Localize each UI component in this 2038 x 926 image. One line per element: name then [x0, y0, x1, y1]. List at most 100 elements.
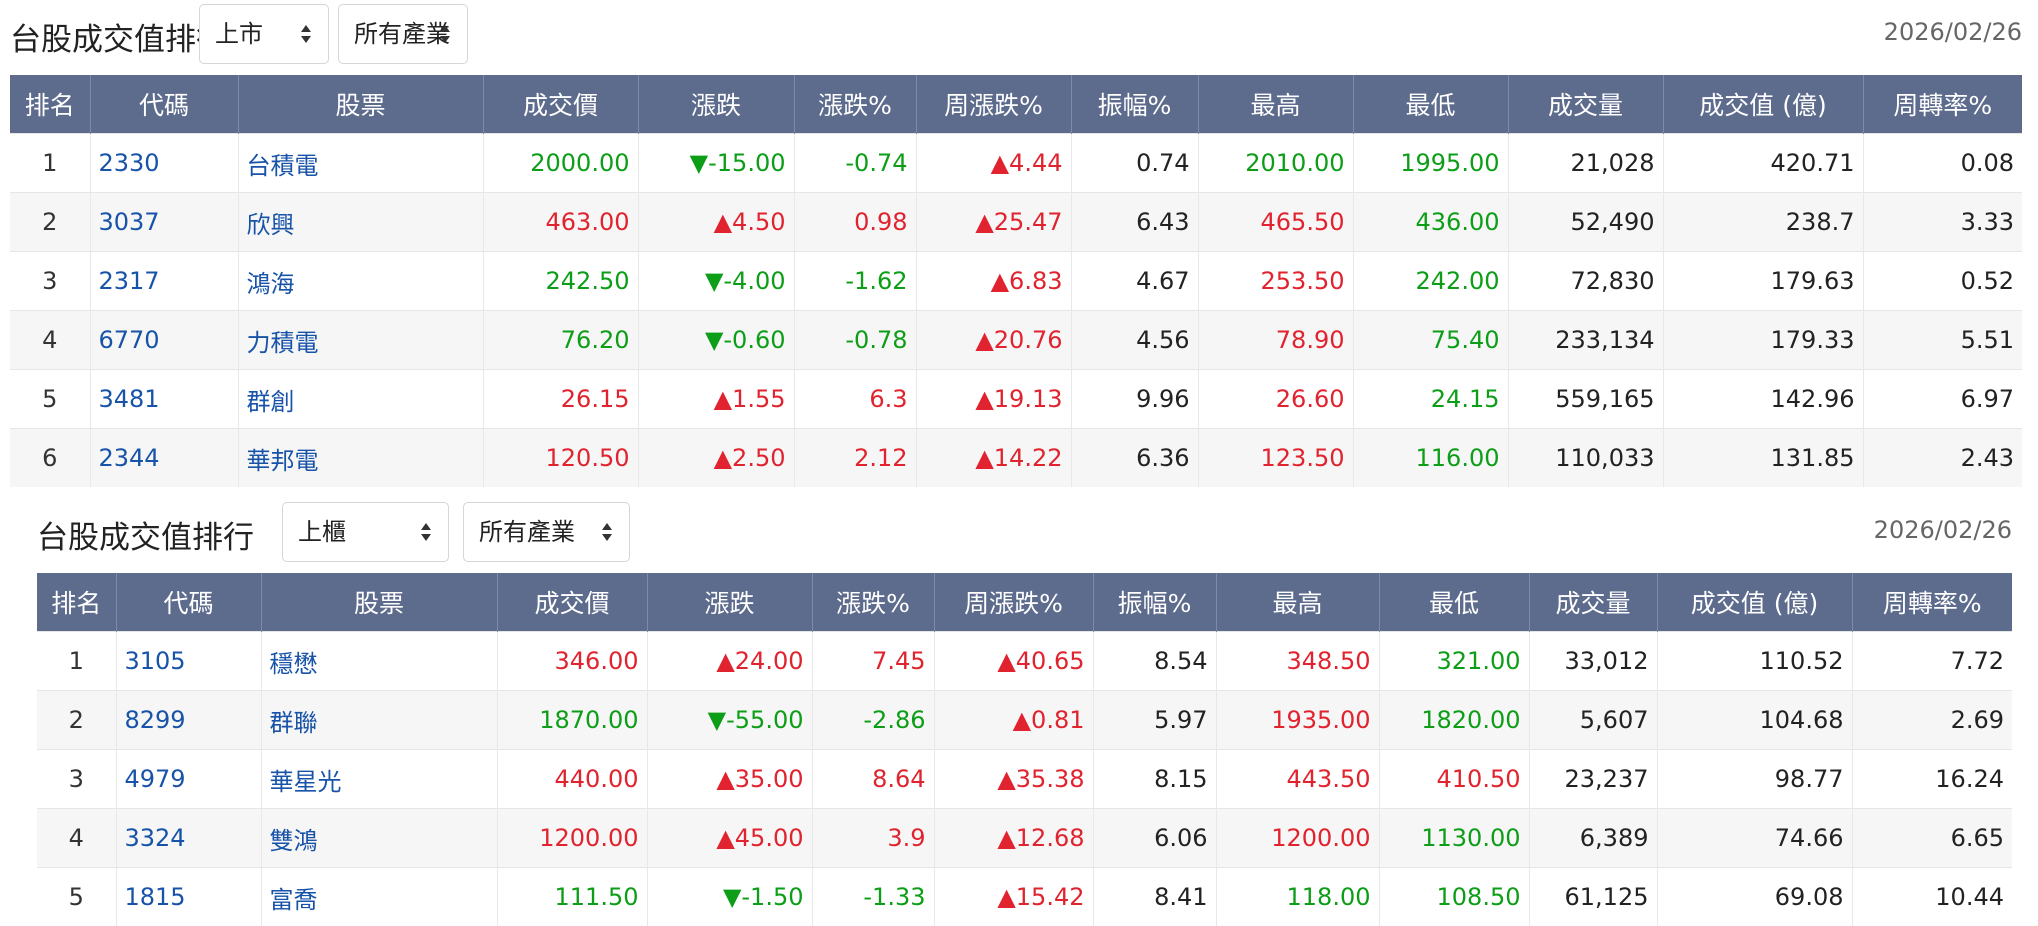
volume-cell: 61,125	[1529, 868, 1657, 926]
col-header[interactable]: 代碼	[90, 75, 238, 134]
stock-code-link[interactable]: 6770	[90, 311, 238, 370]
stock-code-link[interactable]: 4979	[116, 750, 261, 809]
high-cell: 123.50	[1198, 429, 1353, 488]
col-header[interactable]: 漲跌%	[794, 75, 916, 134]
col-header[interactable]: 成交值 (億)	[1657, 573, 1852, 632]
table-row[interactable]: 53481群創26.15▲1.556.3▲19.139.9626.6024.15…	[10, 370, 2022, 429]
week-change-pct-cell: ▲40.65	[934, 632, 1093, 691]
col-header[interactable]: 成交量	[1529, 573, 1657, 632]
col-header[interactable]: 振幅%	[1093, 573, 1216, 632]
col-header[interactable]: 成交量	[1508, 75, 1663, 134]
sort-arrows-icon	[420, 522, 432, 542]
week-change-pct-cell: ▲25.47	[916, 193, 1071, 252]
turnover-cell: 16.24	[1852, 750, 2012, 809]
table-row[interactable]: 62344華邦電120.50▲2.502.12▲14.226.36123.501…	[10, 429, 2022, 488]
col-header[interactable]: 最低	[1353, 75, 1508, 134]
col-header[interactable]: 排名	[37, 573, 116, 632]
header-row: 排名 代碼 股票 成交價 漲跌 漲跌% 周漲跌% 振幅% 最高 最低 成交量 成…	[37, 573, 2012, 632]
stock-code-link[interactable]: 3037	[90, 193, 238, 252]
stock-name-link[interactable]: 群創	[238, 370, 483, 429]
industry-select[interactable]: 所有產業	[463, 502, 630, 562]
industry-select[interactable]: 所有產業	[338, 4, 468, 64]
table-row[interactable]: 51815富喬111.50▼-1.50-1.33▲15.428.41118.00…	[37, 868, 2012, 926]
stock-name-link[interactable]: 穩懋	[261, 632, 497, 691]
col-header[interactable]: 排名	[10, 75, 90, 134]
table-row[interactable]: 32317鴻海242.50▼-4.00-1.62▲6.834.67253.502…	[10, 252, 2022, 311]
stock-code-link[interactable]: 3105	[116, 632, 261, 691]
col-header[interactable]: 成交值 (億)	[1663, 75, 1863, 134]
col-header[interactable]: 周漲跌%	[916, 75, 1071, 134]
turnover-cell: 0.08	[1863, 134, 2022, 193]
stock-code-link[interactable]: 2344	[90, 429, 238, 488]
col-header[interactable]: 最低	[1379, 573, 1529, 632]
change-pct-cell: 7.45	[812, 632, 934, 691]
high-cell: 253.50	[1198, 252, 1353, 311]
stock-name-link[interactable]: 富喬	[261, 868, 497, 926]
low-cell: 1130.00	[1379, 809, 1529, 868]
amplitude-cell: 5.97	[1093, 691, 1216, 750]
change-cell: ▲24.00	[647, 632, 812, 691]
table-row[interactable]: 34979華星光440.00▲35.008.64▲35.388.15443.50…	[37, 750, 2012, 809]
col-header[interactable]: 最高	[1216, 573, 1379, 632]
turnover-cell: 10.44	[1852, 868, 2012, 926]
stock-name-link[interactable]: 欣興	[238, 193, 483, 252]
trade-value-cell: 179.33	[1663, 311, 1863, 370]
col-header[interactable]: 漲跌	[638, 75, 794, 134]
market-select[interactable]: 上櫃	[282, 502, 449, 562]
stock-name-link[interactable]: 力積電	[238, 311, 483, 370]
col-header[interactable]: 成交價	[483, 75, 638, 134]
stock-name-link[interactable]: 台積電	[238, 134, 483, 193]
stock-name-link[interactable]: 華星光	[261, 750, 497, 809]
table-row[interactable]: 43324雙鴻1200.00▲45.003.9▲12.686.061200.00…	[37, 809, 2012, 868]
table-row[interactable]: 46770力積電76.20▼-0.60-0.78▲20.764.5678.907…	[10, 311, 2022, 370]
col-header[interactable]: 漲跌	[647, 573, 812, 632]
stock-code-link[interactable]: 2330	[90, 134, 238, 193]
col-header[interactable]: 股票	[238, 75, 483, 134]
col-header[interactable]: 代碼	[116, 573, 261, 632]
col-header[interactable]: 股票	[261, 573, 497, 632]
high-cell: 118.00	[1216, 868, 1379, 926]
price-cell: 1870.00	[497, 691, 647, 750]
amplitude-cell: 6.06	[1093, 809, 1216, 868]
col-header[interactable]: 最高	[1198, 75, 1353, 134]
high-cell: 2010.00	[1198, 134, 1353, 193]
week-change-pct-cell: ▲0.81	[934, 691, 1093, 750]
change-pct-cell: 8.64	[812, 750, 934, 809]
col-header[interactable]: 周漲跌%	[934, 573, 1093, 632]
col-header[interactable]: 周轉率%	[1852, 573, 2012, 632]
change-pct-cell: 0.98	[794, 193, 916, 252]
col-header[interactable]: 成交價	[497, 573, 647, 632]
stock-name-link[interactable]: 雙鴻	[261, 809, 497, 868]
price-cell: 2000.00	[483, 134, 638, 193]
col-header[interactable]: 周轉率%	[1863, 75, 2022, 134]
change-cell: ▲1.55	[638, 370, 794, 429]
table-row[interactable]: 13105穩懋346.00▲24.007.45▲40.658.54348.503…	[37, 632, 2012, 691]
low-cell: 242.00	[1353, 252, 1508, 311]
col-header[interactable]: 振幅%	[1071, 75, 1198, 134]
stock-name-link[interactable]: 鴻海	[238, 252, 483, 311]
price-cell: 120.50	[483, 429, 638, 488]
amplitude-cell: 8.41	[1093, 868, 1216, 926]
volume-cell: 23,237	[1529, 750, 1657, 809]
price-cell: 440.00	[497, 750, 647, 809]
industry-select-value: 所有產業	[479, 518, 575, 546]
week-change-pct-cell: ▲14.22	[916, 429, 1071, 488]
table-row[interactable]: 23037欣興463.00▲4.500.98▲25.476.43465.5043…	[10, 193, 2022, 252]
col-header[interactable]: 漲跌%	[812, 573, 934, 632]
stock-code-link[interactable]: 2317	[90, 252, 238, 311]
stock-name-link[interactable]: 群聯	[261, 691, 497, 750]
market-select[interactable]: 上市	[199, 4, 329, 64]
stock-name-link[interactable]: 華邦電	[238, 429, 483, 488]
volume-cell: 72,830	[1508, 252, 1663, 311]
stock-code-link[interactable]: 3481	[90, 370, 238, 429]
table-row[interactable]: 28299群聯1870.00▼-55.00-2.86▲0.815.971935.…	[37, 691, 2012, 750]
table-row[interactable]: 12330台積電2000.00▼-15.00-0.74▲4.440.742010…	[10, 134, 2022, 193]
stock-code-link[interactable]: 8299	[116, 691, 261, 750]
ranking-section-listed: 台股成交值排行 上市 所有產業 2026/02/26 排名 代碼 股票	[10, 0, 2022, 487]
amplitude-cell: 8.54	[1093, 632, 1216, 691]
week-change-pct-cell: ▲35.38	[934, 750, 1093, 809]
rank-cell: 4	[37, 809, 116, 868]
section-title: 台股成交值排行	[37, 512, 254, 557]
stock-code-link[interactable]: 3324	[116, 809, 261, 868]
stock-code-link[interactable]: 1815	[116, 868, 261, 926]
